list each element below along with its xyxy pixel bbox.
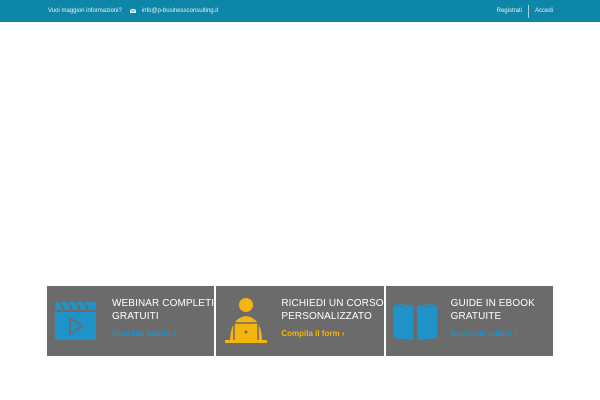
card-course[interactable]: RICHIEDI UN CORSO PERSONALIZZATO Compila… <box>216 286 384 356</box>
course-cta-link[interactable]: Compila il form › <box>281 329 344 338</box>
feature-cards: WEBINAR COMPLETI GRATUITI Guardali subit… <box>47 286 553 356</box>
card-title-line2: PERSONALIZZATO <box>281 311 372 322</box>
email-link[interactable]: info@p-businessconsulting.it <box>142 8 218 14</box>
info-label: Vuoi maggiori informazioni? <box>48 8 122 14</box>
card-icon-box <box>47 286 109 356</box>
card-title-line1: WEBINAR COMPLETI <box>112 298 215 309</box>
card-text: WEBINAR COMPLETI GRATUITI Guardali subit… <box>109 286 214 356</box>
card-ebook[interactable]: GUIDE IN EBOOK GRATUITE Scaricale subito… <box>385 286 553 356</box>
card-text: GUIDE IN EBOOK GRATUITE Scaricale subito… <box>448 286 535 356</box>
card-title-line1: GUIDE IN EBOOK <box>450 298 535 309</box>
divider <box>527 4 529 18</box>
register-link[interactable]: Registrati <box>497 8 522 14</box>
card-title-line2: GRATUITI <box>112 311 159 322</box>
card-title-line1: RICHIEDI UN CORSO <box>281 298 384 309</box>
login-link[interactable]: Accedi <box>535 8 553 14</box>
account-links: Registrati Accedi <box>497 0 553 22</box>
card-icon-box <box>216 286 278 356</box>
card-title-line2: GRATUITE <box>450 311 502 322</box>
person-laptop-icon <box>225 298 268 343</box>
mail-icon <box>129 9 136 13</box>
contact-info: Vuoi maggiori informazioni? info@p-busin… <box>48 0 218 22</box>
ebook-cta-link[interactable]: Scaricale subito › <box>451 329 517 338</box>
card-icon-box <box>386 286 448 356</box>
card-text: RICHIEDI UN CORSO PERSONALIZZATO Compila… <box>278 286 383 356</box>
top-bar: Vuoi maggiori informazioni? info@p-busin… <box>0 0 600 22</box>
card-webinar[interactable]: WEBINAR COMPLETI GRATUITI Guardali subit… <box>47 286 215 356</box>
webinar-cta-link[interactable]: Guardali subito › <box>112 329 176 338</box>
video-clapper-icon <box>55 301 96 340</box>
open-book-icon <box>392 303 437 340</box>
